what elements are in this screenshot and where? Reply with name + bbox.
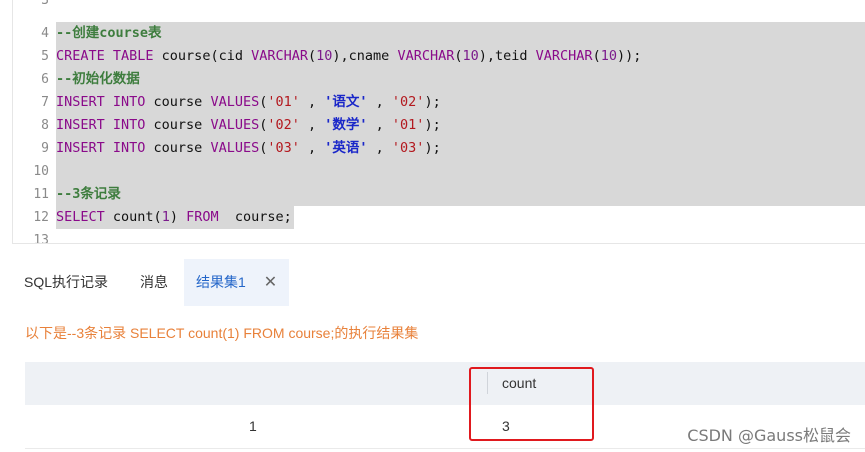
- sql-keyword: SELECT: [56, 209, 105, 225]
- editor-line: 13: [13, 229, 865, 244]
- sql-keyword: VARCHAR: [535, 48, 593, 64]
- sql-text: course: [145, 140, 211, 156]
- sql-editor[interactable]: 3 4 --创建course表 5 CREATE TABLE course(ci…: [12, 0, 865, 244]
- code-text: CREATE TABLE course(cid VARCHAR(10),cnam…: [56, 45, 865, 68]
- cell-rownum: 1: [249, 418, 257, 434]
- line-number: 8: [41, 118, 49, 133]
- sql-keyword: INSERT INTO: [56, 140, 146, 156]
- sql-text: ),cname: [332, 48, 398, 64]
- sql-keyword: VALUES: [210, 140, 260, 156]
- sql-text: ,: [299, 94, 325, 110]
- editor-line: 6 --初始化数据: [13, 68, 865, 91]
- line-number: 3: [41, 0, 49, 8]
- line-number: 7: [41, 95, 49, 110]
- sql-number: 10: [600, 48, 617, 64]
- sql-number: 1: [161, 209, 170, 225]
- sql-text: );: [424, 94, 441, 110]
- code-text: --创建course表: [56, 22, 865, 45]
- line-number: 4: [41, 26, 49, 41]
- line-number: 13: [33, 233, 49, 244]
- sql-comment: --3条记录: [56, 186, 121, 202]
- sql-text: ));: [616, 48, 642, 64]
- tab-result-set[interactable]: 结果集1 ✕: [184, 259, 290, 306]
- sql-text: (: [592, 48, 601, 64]
- sql-comment: --创建course表: [56, 25, 162, 41]
- sql-text: ,: [299, 117, 325, 133]
- sql-text: course: [145, 94, 211, 110]
- tab-result-label: 结果集1: [196, 274, 246, 290]
- sql-text: ): [169, 209, 187, 225]
- sql-text: ,: [299, 140, 325, 156]
- watermark: CSDN @Gauss松鼠会: [687, 426, 851, 445]
- line-number: 6: [41, 72, 49, 87]
- sql-string: '01': [391, 117, 425, 133]
- sql-text: ),teid: [478, 48, 536, 64]
- sql-keyword: FROM: [186, 209, 219, 225]
- sql-keyword: CREATE TABLE: [56, 48, 154, 64]
- result-caption: 以下是--3条记录 SELECT count(1) FROM course;的执…: [25, 325, 419, 341]
- sql-text: );: [424, 117, 441, 133]
- editor-line: 10: [13, 160, 865, 183]
- sql-string: '02': [267, 117, 300, 133]
- sql-text: course;: [218, 209, 292, 225]
- editor-line: 12 SELECT count(1) FROM course;: [13, 206, 865, 229]
- sql-number: 10: [316, 48, 333, 64]
- sql-comment: --初始化数据: [56, 71, 140, 87]
- line-number: 12: [33, 210, 49, 225]
- sql-keyword: VALUES: [210, 117, 260, 133]
- sql-text: count(: [104, 209, 162, 225]
- sql-string: '01': [267, 94, 300, 110]
- sql-number: 10: [462, 48, 479, 64]
- code-text: INSERT INTO course VALUES('01' , '语文' , …: [56, 91, 865, 114]
- code-text: INSERT INTO course VALUES('02' , '数学' , …: [56, 114, 865, 137]
- tab-sql-history[interactable]: SQL执行记录: [24, 259, 108, 306]
- sql-text: (: [308, 48, 317, 64]
- editor-line: 9 INSERT INTO course VALUES('03' , '英语' …: [13, 137, 865, 160]
- code-text: --初始化数据: [56, 68, 865, 91]
- sql-string: '03': [267, 140, 300, 156]
- sql-text: );: [424, 140, 441, 156]
- code-text: SELECT count(1) FROM course;: [56, 206, 294, 229]
- code-text: [56, 160, 865, 183]
- sql-keyword: INSERT INTO: [56, 117, 146, 133]
- sql-keyword: VARCHAR: [251, 48, 308, 64]
- sql-string: '03': [391, 140, 425, 156]
- editor-line: 5 CREATE TABLE course(cid VARCHAR(10),cn…: [13, 45, 865, 68]
- sql-string: '语文': [324, 94, 368, 110]
- sql-string: '英语': [324, 140, 368, 156]
- sql-string: '02': [391, 94, 425, 110]
- sql-text: ,: [367, 94, 392, 110]
- tab-messages[interactable]: 消息: [140, 259, 168, 306]
- sql-text: course(cid: [153, 48, 252, 64]
- editor-line: 11 --3条记录: [13, 183, 865, 206]
- editor-line: 7 INSERT INTO course VALUES('01' , '语文' …: [13, 91, 865, 114]
- sql-keyword: VALUES: [210, 94, 260, 110]
- sql-text: ,: [367, 117, 392, 133]
- highlight-box: [469, 367, 594, 441]
- sql-keyword: INSERT INTO: [56, 94, 146, 110]
- sql-keyword: VARCHAR: [397, 48, 455, 64]
- line-number: 11: [33, 187, 49, 202]
- line-number: 5: [41, 49, 49, 64]
- sql-string: '数学': [324, 117, 368, 133]
- line-number: 9: [41, 141, 49, 156]
- code-text: --3条记录: [56, 183, 865, 206]
- sql-text: ,: [367, 140, 392, 156]
- grid-header: count: [25, 362, 865, 405]
- editor-line: 3: [13, 0, 865, 12]
- code-text: INSERT INTO course VALUES('03' , '英语' , …: [56, 137, 865, 160]
- editor-line: 8 INSERT INTO course VALUES('02' , '数学' …: [13, 114, 865, 137]
- result-tabs: SQL执行记录 消息 结果集1 ✕: [12, 259, 865, 306]
- line-number: 10: [33, 164, 49, 179]
- sql-text: course: [145, 117, 211, 133]
- editor-line: 4 --创建course表: [13, 22, 865, 45]
- close-icon[interactable]: ✕: [264, 259, 277, 306]
